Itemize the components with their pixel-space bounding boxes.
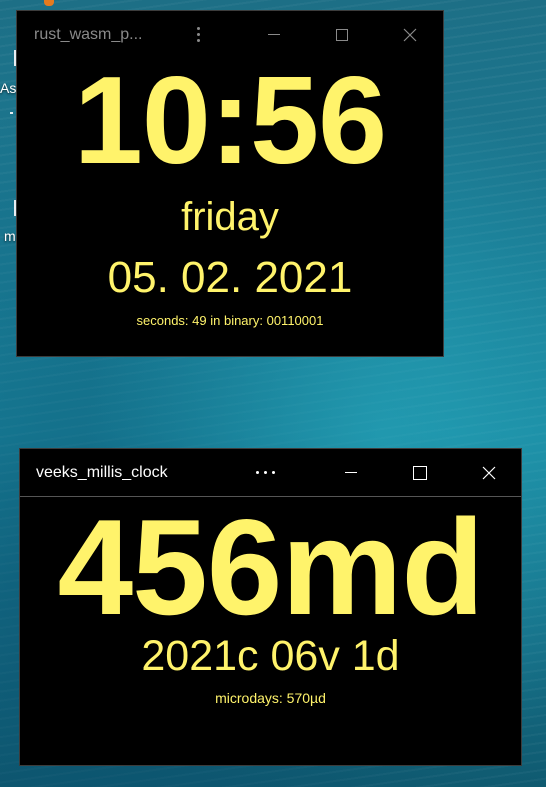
veeks-millis-clock-window: veeks_millis_clock 456md 2021c 06v 1d mi… [19,448,522,766]
more-options-button[interactable] [175,11,221,58]
minimize-button[interactable] [328,449,374,496]
desktop-icon-fragment [10,112,13,114]
window-title: rust_wasm_p... [34,25,143,43]
minimize-icon [345,472,357,473]
microdays-display: 456md [57,491,485,643]
desktop-icon-fragment [44,0,54,6]
clock-weekday: friday [181,195,279,239]
maximize-button[interactable] [397,449,443,496]
close-icon [482,466,496,479]
rust-wasm-clock-window: rust_wasm_p... 10:56 friday 05. 02. 2021… [16,10,444,357]
desktop-label-fragment: As [0,80,17,96]
close-button[interactable] [387,11,433,58]
more-horizontal-icon [255,471,275,474]
close-icon [403,28,417,41]
more-vertical-icon [196,27,200,42]
veeks-date: 2021c 06v 1d [141,632,400,680]
window-title: veeks_millis_clock [36,463,168,481]
minimize-button[interactable] [251,11,297,58]
microdays-readout: microdays: 570µd [215,690,326,706]
more-options-button[interactable] [242,449,288,496]
clock-date: 05. 02. 2021 [107,253,353,302]
title-bar[interactable]: rust_wasm_p... [17,11,443,58]
desktop-label-fragment: m [4,228,16,244]
minimize-icon [268,34,280,35]
maximize-button[interactable] [319,11,365,58]
title-bar[interactable]: veeks_millis_clock [20,449,521,497]
close-button[interactable] [466,449,512,496]
clock-time: 10:56 [73,52,387,190]
maximize-icon [413,465,427,480]
clock-seconds-binary: seconds: 49 in binary: 00110001 [136,313,324,328]
maximize-icon [336,28,348,41]
